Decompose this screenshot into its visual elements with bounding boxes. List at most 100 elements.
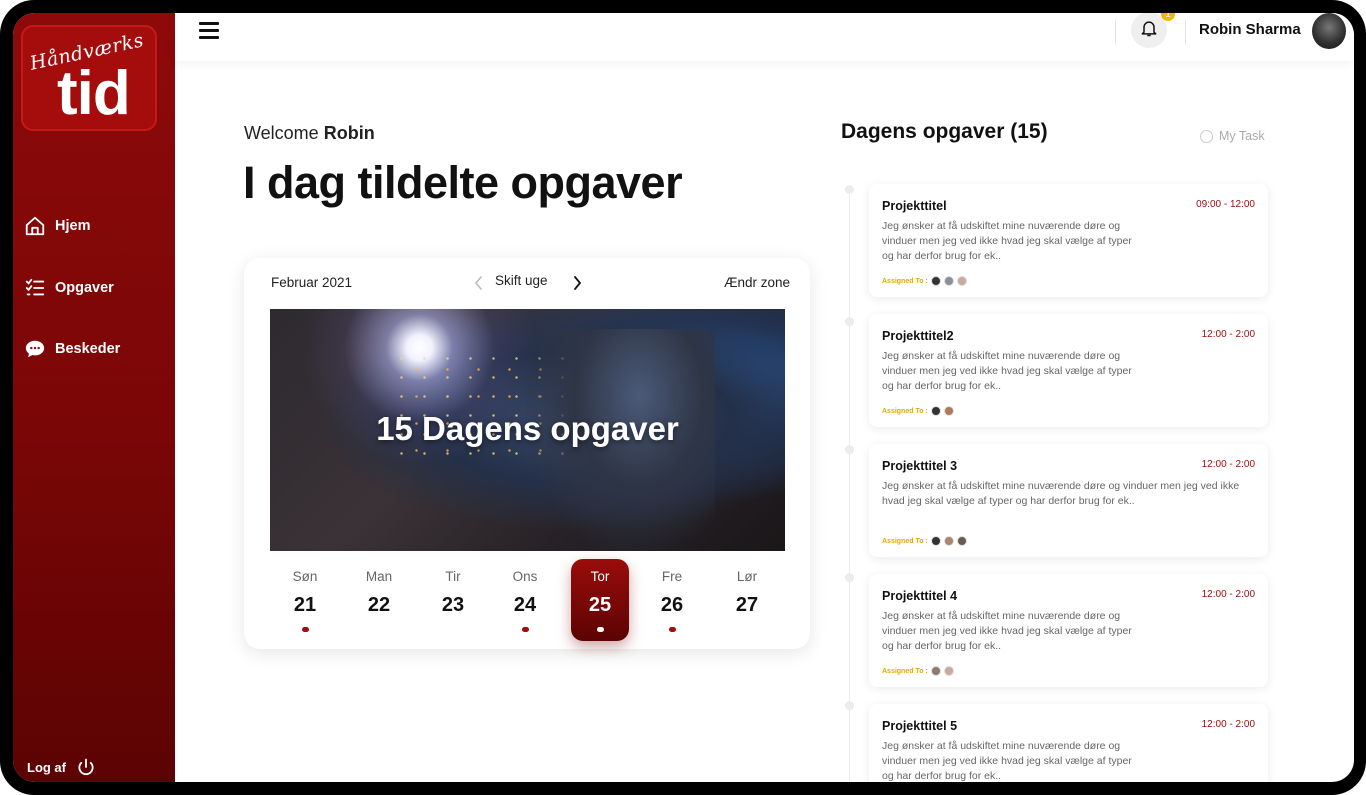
assigned-label: Assigned To : <box>882 537 928 545</box>
chat-icon <box>24 338 46 360</box>
timeline-dot <box>845 317 854 326</box>
avatar <box>956 276 967 286</box>
day-date: 25 <box>588 594 612 616</box>
sidebar-item-label: Opgaver <box>55 280 114 296</box>
avatar <box>943 536 954 546</box>
assigned-label: Assigned To : <box>882 667 928 675</box>
day-name: Lør <box>736 569 758 584</box>
day-name: Tir <box>445 569 461 584</box>
day-name: Fre <box>661 569 683 584</box>
timeline-dot <box>845 573 854 582</box>
day-fri[interactable]: Fre 26 <box>643 559 701 641</box>
task-card[interactable]: Projekttitel2 12:00 - 2:00 Jeg ønsker at… <box>869 314 1268 427</box>
tasks-title: Dagens opgaver (15) <box>841 120 1048 143</box>
task-indicator <box>596 627 604 632</box>
day-sat[interactable]: Lør 27 <box>718 559 776 641</box>
chevron-left-icon[interactable] <box>472 275 486 291</box>
assigned-to: Assigned To : <box>882 536 967 546</box>
logout-button[interactable]: Log af <box>27 757 96 777</box>
timeline-line <box>849 189 850 782</box>
menu-icon[interactable] <box>199 22 219 39</box>
app-screen: Håndværks tid Hjem Opgaver Beskeder Log … <box>13 13 1354 782</box>
timeline-dot <box>845 185 854 194</box>
welcome-text: Welcome Robin <box>244 123 375 144</box>
task-indicator <box>668 627 676 632</box>
day-mon[interactable]: Man 22 <box>350 559 408 641</box>
avatar[interactable] <box>1312 13 1346 49</box>
day-date: 21 <box>293 594 317 616</box>
day-date: 24 <box>513 594 537 616</box>
logo-main-text: tid <box>57 59 131 128</box>
avatar <box>930 406 941 416</box>
power-icon <box>76 757 96 777</box>
day-date: 27 <box>735 594 759 616</box>
sidebar-item-beskeder[interactable]: Beskeder <box>24 337 120 361</box>
sidebar-item-hjem[interactable]: Hjem <box>24 214 90 238</box>
day-name: Ons <box>512 569 538 584</box>
assigned-to: Assigned To : <box>882 406 954 416</box>
task-time: 12:00 - 2:00 <box>1201 589 1255 600</box>
top-header: 1 Robin Sharma <box>175 13 1354 61</box>
calendar-month: Februar 2021 <box>271 275 353 290</box>
header-divider <box>1115 19 1116 45</box>
task-time: 12:00 - 2:00 <box>1201 459 1255 470</box>
app-logo[interactable]: Håndværks tid <box>21 25 157 131</box>
sidebar-item-opgaver[interactable]: Opgaver <box>24 276 114 300</box>
task-card[interactable]: Projekttitel 4 12:00 - 2:00 Jeg ønsker a… <box>869 574 1268 687</box>
task-title: Projekttitel2 <box>882 329 954 343</box>
task-indicator <box>301 627 309 632</box>
avatar <box>943 666 954 676</box>
day-thu-selected[interactable]: Tor 25 <box>571 559 629 641</box>
task-description: Jeg ønsker at få udskiftet mine nuværend… <box>882 740 1132 782</box>
change-zone-button[interactable]: Ændr zone <box>724 275 790 290</box>
assigned-label: Assigned To : <box>882 407 928 415</box>
task-card[interactable]: Projekttitel 09:00 - 12:00 Jeg ønsker at… <box>869 184 1268 297</box>
my-task-label: My Task <box>1219 129 1265 143</box>
day-name: Søn <box>292 569 318 584</box>
banner-image: 15 Dagens opgaver <box>270 309 785 551</box>
task-time: 12:00 - 2:00 <box>1201 719 1255 730</box>
sidebar-item-label: Hjem <box>55 218 91 234</box>
task-card[interactable]: Projekttitel 5 12:00 - 2:00 Jeg ønsker a… <box>869 704 1268 782</box>
day-date: 22 <box>367 594 391 616</box>
page-title: I dag tildelte opgaver <box>243 157 683 208</box>
change-week-button[interactable]: Skift uge <box>495 273 548 288</box>
task-time: 12:00 - 2:00 <box>1201 329 1255 340</box>
task-description: Jeg ønsker at få udskiftet mine nuværend… <box>882 480 1240 507</box>
task-card[interactable]: Projekttitel 3 12:00 - 2:00 Jeg ønsker a… <box>869 444 1268 557</box>
avatar <box>930 666 941 676</box>
avatar <box>930 536 941 546</box>
bell-icon <box>1139 18 1159 43</box>
calendar-card: Februar 2021 Skift uge Ændr zone 15 Dage… <box>244 258 810 649</box>
radio-icon <box>1200 129 1213 143</box>
task-description: Jeg ønsker at få udskiftet mine nuværend… <box>882 220 1132 262</box>
day-tue[interactable]: Tir 23 <box>424 559 482 641</box>
chevron-right-icon[interactable] <box>570 275 584 291</box>
task-title: Projekttitel <box>882 199 947 213</box>
day-sun[interactable]: Søn 21 <box>276 559 334 641</box>
home-icon <box>24 215 46 237</box>
sidebar-item-label: Beskeder <box>55 341 121 357</box>
avatar <box>943 276 954 286</box>
task-title: Projekttitel 5 <box>882 719 958 733</box>
day-date: 23 <box>441 594 465 616</box>
timeline-dot <box>845 445 854 454</box>
user-name[interactable]: Robin Sharma <box>1199 21 1301 38</box>
task-title: Projekttitel 3 <box>882 459 958 473</box>
checklist-icon <box>24 277 46 299</box>
welcome-prefix: Welcome <box>244 123 319 143</box>
day-date: 26 <box>660 594 684 616</box>
banner-text: 15 Dagens opgaver <box>376 410 679 447</box>
my-task-toggle[interactable]: My Task <box>1200 129 1265 143</box>
logout-label: Log af <box>27 759 66 775</box>
assigned-to: Assigned To : <box>882 666 954 676</box>
notification-badge: 1 <box>1161 13 1175 21</box>
assigned-to: Assigned To : <box>882 276 967 286</box>
day-name: Tor <box>590 569 610 584</box>
day-wed[interactable]: Ons 24 <box>496 559 554 641</box>
timeline-dot <box>845 701 854 710</box>
task-title: Projekttitel 4 <box>882 589 958 603</box>
avatar <box>930 276 941 286</box>
task-description: Jeg ønsker at få udskiftet mine nuværend… <box>882 610 1132 652</box>
task-time: 09:00 - 12:00 <box>1196 199 1255 210</box>
